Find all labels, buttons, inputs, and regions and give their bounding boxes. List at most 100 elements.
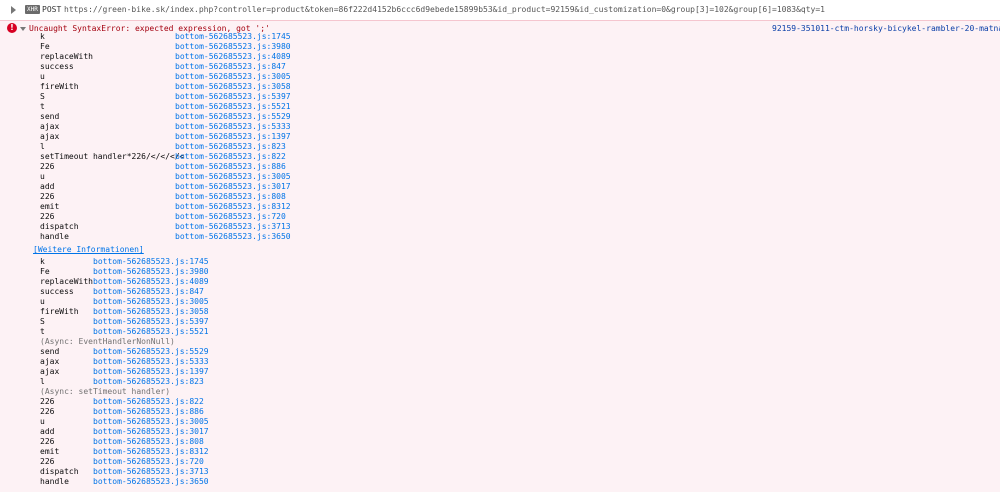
- source-link[interactable]: bottom-562685523.js:822: [175, 152, 286, 162]
- stack-frame: handle bottom-562685523.js:3650: [0, 477, 1000, 487]
- source-link[interactable]: bottom-562685523.js:5333: [93, 357, 209, 367]
- source-link[interactable]: bottom-562685523.js:8312: [93, 447, 209, 457]
- source-link[interactable]: bottom-562685523.js:3017: [175, 182, 291, 192]
- stack-frame: success bottom-562685523.js:847: [0, 62, 1000, 72]
- stack-frame: fireWith bottom-562685523.js:3058: [0, 307, 1000, 317]
- function-name: t: [40, 102, 45, 111]
- function-name: u: [40, 72, 45, 81]
- source-link[interactable]: bottom-562685523.js:3058: [175, 82, 291, 92]
- stack-frame: u bottom-562685523.js:3005: [0, 72, 1000, 82]
- request-method: POST: [42, 5, 62, 14]
- more-info-container: [Weitere Informationen]: [0, 244, 1000, 256]
- source-link[interactable]: bottom-562685523.js:3650: [175, 232, 291, 242]
- stack-frame: dispatch bottom-562685523.js:3713: [0, 467, 1000, 477]
- function-name: handle: [40, 477, 69, 486]
- source-link[interactable]: bottom-562685523.js:3005: [175, 72, 291, 82]
- function-name: emit: [40, 202, 60, 211]
- function-name: replaceWith: [40, 277, 93, 286]
- function-name: fireWith: [40, 82, 79, 91]
- function-name: 226: [40, 457, 55, 466]
- source-link[interactable]: bottom-562685523.js:8312: [175, 202, 291, 212]
- function-name: send: [40, 112, 60, 121]
- function-name: Fe: [40, 267, 50, 276]
- source-link[interactable]: bottom-562685523.js:5397: [93, 317, 209, 327]
- source-link[interactable]: bottom-562685523.js:3058: [93, 307, 209, 317]
- network-request-row[interactable]: XHR POST https://green-bike.sk/index.php…: [0, 0, 1000, 21]
- source-link[interactable]: bottom-562685523.js:720: [175, 212, 286, 222]
- expand-arrow-icon[interactable]: [11, 6, 16, 14]
- source-link[interactable]: bottom-562685523.js:4089: [175, 52, 291, 62]
- source-link[interactable]: bottom-562685523.js:5529: [175, 112, 291, 122]
- function-name: ajax: [40, 357, 60, 366]
- source-link[interactable]: bottom-562685523.js:3713: [175, 222, 291, 232]
- function-name: k: [40, 257, 45, 266]
- async-marker: (Async: setTimeout handler): [40, 387, 171, 396]
- function-name: handle: [40, 232, 69, 241]
- stack-frame: u bottom-562685523.js:3005: [0, 297, 1000, 307]
- source-link[interactable]: bottom-562685523.js:886: [93, 407, 204, 417]
- source-link[interactable]: bottom-562685523.js:808: [175, 192, 286, 202]
- source-link[interactable]: bottom-562685523.js:886: [175, 162, 286, 172]
- source-link[interactable]: bottom-562685523.js:5397: [175, 92, 291, 102]
- source-link[interactable]: bottom-562685523.js:3017: [93, 427, 209, 437]
- stack-frame: Sbottom-562685523.js:5397: [0, 92, 1000, 102]
- source-link[interactable]: bottom-562685523.js:3005: [93, 417, 209, 427]
- stack-frame: ajax bottom-562685523.js:5333: [0, 357, 1000, 367]
- function-name: add: [40, 427, 55, 436]
- function-name: fireWith: [40, 307, 79, 316]
- source-link[interactable]: bottom-562685523.js:1397: [93, 367, 209, 377]
- collapse-arrow-icon[interactable]: [20, 27, 26, 31]
- stack-frame: add bottom-562685523.js:3017: [0, 182, 1000, 192]
- source-link[interactable]: bottom-562685523.js:3980: [175, 42, 291, 52]
- source-link[interactable]: bottom-562685523.js:3713: [93, 467, 209, 477]
- source-link[interactable]: bottom-562685523.js:823: [175, 142, 286, 152]
- stack-frame: u bottom-562685523.js:3005: [0, 172, 1000, 182]
- more-info-link[interactable]: [Weitere Informationen]: [33, 244, 1000, 256]
- request-url[interactable]: https://green-bike.sk/index.php?controll…: [64, 5, 825, 14]
- stack-frame: k bottom-562685523.js:1745: [0, 32, 1000, 42]
- function-name: S: [40, 317, 45, 326]
- source-link[interactable]: bottom-562685523.js:808: [93, 437, 204, 447]
- stack-frame: replaceWith bottom-562685523.js:4089: [0, 277, 1000, 287]
- source-link[interactable]: bottom-562685523.js:847: [175, 62, 286, 72]
- function-name: u: [40, 297, 45, 306]
- source-link[interactable]: bottom-562685523.js:1397: [175, 132, 291, 142]
- function-name: u: [40, 417, 45, 426]
- function-name: dispatch: [40, 222, 79, 231]
- source-link[interactable]: bottom-562685523.js:823: [93, 377, 204, 387]
- source-link[interactable]: bottom-562685523.js:5521: [175, 102, 291, 112]
- stack-frame: t bottom-562685523.js:5521: [0, 102, 1000, 112]
- async-marker: (Async: EventHandlerNonNull): [40, 337, 175, 346]
- source-link[interactable]: bottom-562685523.js:5521: [93, 327, 209, 337]
- source-link[interactable]: bottom-562685523.js:5529: [93, 347, 209, 357]
- source-link[interactable]: bottom-562685523.js:3650: [93, 477, 209, 487]
- stack-frame: Fe bottom-562685523.js:3980: [0, 42, 1000, 52]
- stack-frame: (Async: setTimeout handler): [0, 387, 1000, 397]
- stack-frame: ajax bottom-562685523.js:1397: [0, 367, 1000, 377]
- function-name: ajax: [40, 132, 60, 141]
- source-link[interactable]: bottom-562685523.js:3980: [93, 267, 209, 277]
- source-link[interactable]: bottom-562685523.js:847: [93, 287, 204, 297]
- function-name: 226: [40, 407, 55, 416]
- source-link[interactable]: bottom-562685523.js:1745: [93, 257, 209, 267]
- stack-frame: replaceWith bottom-562685523.js:4089: [0, 52, 1000, 62]
- async-stack-trace: k bottom-562685523.js:1745 Fe bottom-562685…: [0, 257, 1000, 487]
- source-link[interactable]: bottom-562685523.js:822: [93, 397, 204, 407]
- stack-frame: ajax bottom-562685523.js:5333: [0, 122, 1000, 132]
- source-link[interactable]: bottom-562685523.js:3005: [175, 172, 291, 182]
- function-name: l: [40, 377, 45, 386]
- function-name: replaceWith: [40, 52, 93, 61]
- source-link[interactable]: bottom-562685523.js:4089: [93, 277, 209, 287]
- stack-frame: 226 bottom-562685523.js:886: [0, 162, 1000, 172]
- stack-frame: dispatch bottom-562685523.js:3713: [0, 222, 1000, 232]
- source-link[interactable]: bottom-562685523.js:3005: [93, 297, 209, 307]
- source-link[interactable]: bottom-562685523.js:1745: [175, 32, 291, 42]
- function-name: 226: [40, 212, 55, 221]
- stack-frame: 226 bottom-562685523.js:720: [0, 457, 1000, 467]
- stack-frame: emit bottom-562685523.js:8312: [0, 202, 1000, 212]
- stack-frame: k bottom-562685523.js:1745: [0, 257, 1000, 267]
- function-name: add: [40, 182, 55, 191]
- source-link[interactable]: bottom-562685523.js:5333: [175, 122, 291, 132]
- function-name: ajax: [40, 367, 60, 376]
- source-link[interactable]: bottom-562685523.js:720: [93, 457, 204, 467]
